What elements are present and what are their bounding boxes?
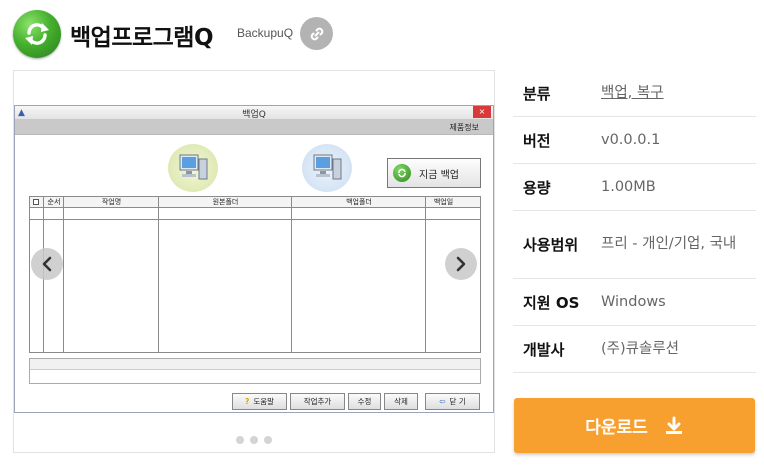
download-button[interactable]: 다운로드	[514, 398, 755, 453]
carousel-prev-button[interactable]	[31, 248, 63, 280]
exit-button: ⇦ 닫 기	[425, 393, 480, 410]
size-value: 1.00MB	[601, 178, 656, 195]
chevron-right-icon	[456, 256, 466, 272]
carousel-dot[interactable]	[264, 436, 272, 444]
info-row-category: 분류 백업, 복구	[513, 70, 756, 117]
backup-now-button: 지금 백업	[387, 158, 481, 188]
backup-computer-icon	[302, 144, 352, 192]
os-label: 지원 OS	[523, 293, 580, 312]
col-order: 순서	[47, 198, 61, 206]
table-header: 순서 작업명 원본폴더 백업폴더 백업일	[30, 197, 480, 208]
progress-area	[29, 358, 481, 384]
info-row-os: 지원 OS Windows	[513, 279, 756, 326]
os-value: Windows	[601, 293, 666, 310]
license-value: 프리 - 개인/기업, 국내	[601, 236, 737, 252]
developer-label: 개발사	[523, 340, 565, 359]
carousel-dot[interactable]	[250, 436, 258, 444]
col-source-folder: 원본폴더	[212, 198, 239, 206]
download-icon	[665, 416, 682, 434]
add-job-button: 작업추가	[290, 393, 345, 410]
carousel-next-button[interactable]	[445, 248, 477, 280]
version-label: 버전	[523, 131, 551, 150]
edit-button: 수정	[348, 393, 381, 410]
download-label: 다운로드	[585, 418, 648, 438]
sync-icon	[393, 164, 411, 182]
help-button: ? 도움말	[232, 393, 287, 410]
size-label: 용량	[523, 178, 551, 197]
delete-button: 삭제	[384, 393, 418, 410]
app-subtitle: BackupuQ	[237, 26, 294, 40]
col-backup-folder: 백업폴더	[346, 198, 372, 206]
col-backup-date: 백업일	[433, 198, 454, 206]
category-link[interactable]: 백업, 복구	[601, 85, 664, 101]
link-icon	[310, 27, 323, 40]
window-close-button: ×	[473, 106, 491, 118]
menu-product-info: 제품정보	[449, 123, 479, 132]
window-menubar: 제품정보	[15, 120, 493, 135]
info-row-version: 버전 v0.0.0.1	[513, 117, 756, 164]
table-row	[30, 208, 480, 220]
info-row-license: 사용범위 프리 - 개인/기업, 국내	[513, 211, 756, 279]
col-job-name: 작업명	[101, 198, 122, 206]
copy-link-button[interactable]	[300, 17, 333, 50]
carousel-dots	[14, 436, 494, 444]
window-title: 백업Q	[242, 110, 266, 120]
info-row-developer: 개발사 (주)큐솔루션	[513, 326, 756, 373]
source-computer-icon	[168, 144, 218, 192]
screenshot-carousel: ▲ 백업Q × 제품정보 지금 백업 순서 작업명 원본폴더 백업폴더 백업일 …	[13, 70, 495, 453]
window-titlebar: ▲ 백업Q ×	[15, 106, 493, 120]
job-table: 순서 작업명 원본폴더 백업폴더 백업일	[29, 196, 481, 353]
program-screenshot: ▲ 백업Q × 제품정보 지금 백업 순서 작업명 원본폴더 백업폴더 백업일 …	[14, 105, 494, 413]
developer-value: (주)큐솔루션	[601, 340, 680, 357]
backup-now-label: 지금 백업	[419, 169, 459, 181]
app-logo-icon	[13, 10, 61, 58]
license-label: 사용범위	[523, 236, 579, 254]
chevron-left-icon	[42, 256, 52, 272]
help-icon: ?	[244, 397, 250, 406]
carousel-dot[interactable]	[236, 436, 244, 444]
select-all-checkbox	[33, 199, 39, 205]
version-value: v0.0.0.1	[601, 131, 661, 148]
program-info-table: 분류 백업, 복구 버전 v0.0.0.1 용량 1.00MB 사용범위 프리 …	[513, 70, 756, 373]
info-row-size: 용량 1.00MB	[513, 164, 756, 211]
page-title: 백업프로그램Q	[70, 25, 214, 51]
category-label: 분류	[523, 84, 551, 103]
exit-icon: ⇦	[439, 397, 446, 406]
